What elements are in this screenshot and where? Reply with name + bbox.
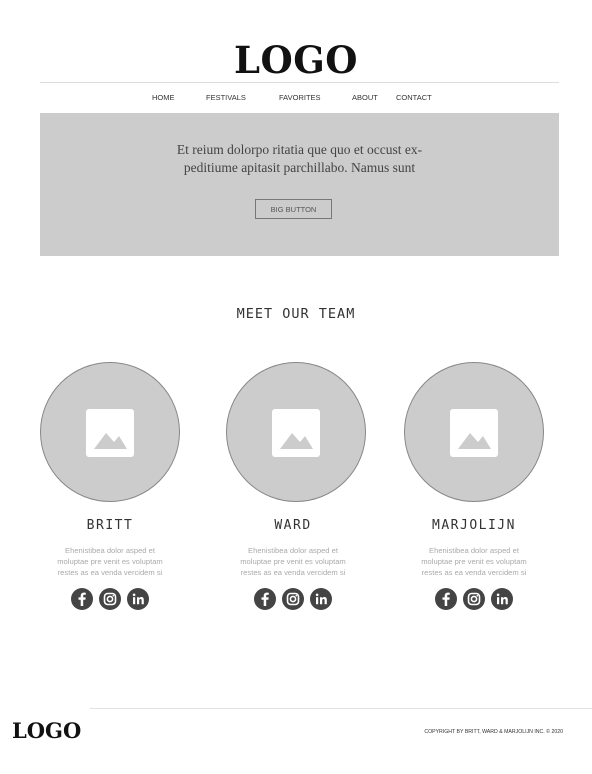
big-button[interactable]: BIG BUTTON xyxy=(255,199,332,219)
nav-contact[interactable]: CONTACT xyxy=(396,93,432,102)
avatar xyxy=(404,362,544,502)
header-divider xyxy=(40,82,559,83)
member-bio: Ehenistibea dolor asped et moluptae pre … xyxy=(213,545,373,578)
bio-line: Ehenistibea dolor asped et xyxy=(429,546,519,555)
footer-logo[interactable]: LOGO xyxy=(12,718,81,743)
member-bio: Ehenistibea dolor asped et moluptae pre … xyxy=(30,545,190,578)
social-links xyxy=(394,588,554,610)
nav-home[interactable]: HOME xyxy=(152,93,175,102)
instagram-icon[interactable] xyxy=(99,588,121,610)
image-placeholder-icon xyxy=(450,409,498,457)
bio-line: restes as ea venda vercidem si xyxy=(240,568,346,577)
hero-text: Et reium dolorpo ritatia que quo et occu… xyxy=(40,141,559,177)
hero-text-line: Et reium dolorpo ritatia que quo et occu… xyxy=(176,142,423,157)
nav-festivals[interactable]: FESTIVALS xyxy=(206,93,246,102)
image-placeholder-icon xyxy=(272,409,320,457)
social-links xyxy=(30,588,190,610)
instagram-icon[interactable] xyxy=(463,588,485,610)
nav-favorites[interactable]: FAVORITES xyxy=(279,93,321,102)
facebook-icon[interactable] xyxy=(254,588,276,610)
nav-about[interactable]: ABOUT xyxy=(352,93,378,102)
bio-line: restes as ea venda vercidem si xyxy=(421,568,527,577)
footer-divider xyxy=(90,708,592,709)
footer-copyright: COPYRIGHT BY BRITT, WARD & MARJOLIJN INC… xyxy=(424,729,563,735)
team-title: MEET OUR TEAM xyxy=(236,306,356,322)
member-name: WARD xyxy=(274,518,312,533)
instagram-icon[interactable] xyxy=(282,588,304,610)
bio-line: restes as ea venda vercidem si xyxy=(57,568,163,577)
top-logo[interactable]: LOGO xyxy=(0,38,592,82)
hero-banner: Et reium dolorpo ritatia que quo et occu… xyxy=(40,113,559,256)
member-name: BRITT xyxy=(86,518,134,533)
bio-line: moluptae pre venit es voluptam xyxy=(421,557,527,566)
linkedin-icon[interactable] xyxy=(127,588,149,610)
member-name: MARJOLIJN xyxy=(432,518,516,533)
image-placeholder-icon xyxy=(86,409,134,457)
linkedin-icon[interactable] xyxy=(310,588,332,610)
hero-text-line: peditiume apitasit parchillabo. Namus su… xyxy=(183,160,416,175)
bio-line: moluptae pre venit es voluptam xyxy=(240,557,346,566)
bio-line: Ehenistibea dolor asped et xyxy=(248,546,338,555)
facebook-icon[interactable] xyxy=(435,588,457,610)
bio-line: moluptae pre venit es voluptam xyxy=(57,557,163,566)
linkedin-icon[interactable] xyxy=(491,588,513,610)
main-nav: HOME FESTIVALS FAVORITES ABOUT CONTACT xyxy=(0,93,592,105)
facebook-icon[interactable] xyxy=(71,588,93,610)
bio-line: Ehenistibea dolor asped et xyxy=(65,546,155,555)
social-links xyxy=(213,588,373,610)
avatar xyxy=(226,362,366,502)
avatar xyxy=(40,362,180,502)
member-bio: Ehenistibea dolor asped et moluptae pre … xyxy=(394,545,554,578)
